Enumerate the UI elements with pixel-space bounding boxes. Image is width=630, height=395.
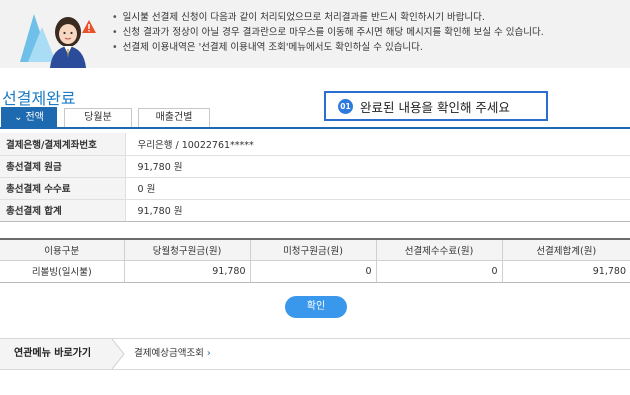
- summary-label: 총선결제 원금: [0, 155, 126, 178]
- agent-illustration-icon: [20, 14, 86, 68]
- chevron-down-icon: ⌄: [14, 112, 23, 123]
- summary-value: 0 원: [125, 177, 630, 200]
- tab-label: 전액: [25, 112, 44, 123]
- summary-label: 결제은행/결제계좌번호: [0, 133, 126, 156]
- related-menu-label: 연관메뉴 바로가기: [0, 339, 112, 369]
- table-cell: 91,780: [502, 260, 630, 283]
- tab-full-amount[interactable]: ⌄ 전액: [1, 107, 57, 128]
- summary-value: 91,780 원: [125, 199, 630, 222]
- summary-table: 결제은행/결제계좌번호 우리은행 / 10022761***** 총선결제 원금…: [0, 133, 630, 222]
- table-cell: 리볼빙(일시불): [0, 260, 125, 283]
- confirm-button[interactable]: 확인: [285, 296, 347, 318]
- table-row: 총선결제 원금 91,780 원: [0, 155, 630, 178]
- summary-label: 총선결제 수수료: [0, 177, 126, 200]
- table-row: 총선결제 수수료 0 원: [0, 177, 630, 200]
- notice-list: 일시불 선결제 신청이 다음과 같이 처리되었으므로 처리결과를 반드시 확인하…: [112, 10, 544, 55]
- tab-label: 매출건별: [155, 112, 193, 123]
- column-header: 이용구분: [0, 239, 125, 261]
- table-row: 결제은행/결제계좌번호 우리은행 / 10022761*****: [0, 133, 630, 156]
- tab-per-sale[interactable]: 매출건별: [138, 108, 210, 127]
- tab-this-month[interactable]: 당월분: [64, 108, 132, 127]
- table-header-row: 이용구분 당월청구원금(원) 미청구원금(원) 선결제수수료(원) 선결제합계(…: [0, 239, 630, 261]
- table-row: 리볼빙(일시불) 91,780 0 0 91,780: [0, 260, 630, 283]
- table-cell: 0: [376, 260, 503, 283]
- summary-value: 91,780 원: [125, 155, 630, 178]
- notice-line: 일시불 선결제 신청이 다음과 같이 처리되었으므로 처리결과를 반드시 확인하…: [112, 10, 544, 25]
- chevron-right-icon: ›: [206, 348, 211, 359]
- notice-banner: 일시불 선결제 신청이 다음과 같이 처리되었으므로 처리결과를 반드시 확인하…: [0, 0, 630, 68]
- notice-line: 선결제 이용내역은 '선결제 이용내역 조회'메뉴에서도 확인하실 수 있습니다…: [112, 40, 544, 55]
- tab-bar: ⌄ 전액 당월분 매출건별: [0, 107, 630, 129]
- table-row: 총선결제 합계 91,780 원: [0, 199, 630, 222]
- column-header: 당월청구원금(원): [124, 239, 251, 261]
- page-title: 선결제완료: [2, 89, 76, 108]
- warning-icon: [82, 20, 96, 33]
- tab-label: 당월분: [84, 112, 112, 123]
- related-menu-bar: 연관메뉴 바로가기 결제예상금액조회 ›: [0, 338, 630, 370]
- table-cell: 91,780: [124, 260, 251, 283]
- column-header: 선결제합계(원): [502, 239, 630, 261]
- chevron-right-divider-icon: [112, 339, 125, 369]
- column-header: 선결제수수료(원): [376, 239, 503, 261]
- expected-payment-link[interactable]: 결제예상금액조회 ›: [134, 339, 211, 369]
- link-label: 결제예상금액조회: [134, 348, 204, 359]
- notice-line: 신청 결과가 정상이 아닐 경우 결과란으로 마우스를 이동해 주시면 해당 메…: [112, 25, 544, 40]
- column-header: 미청구원금(원): [250, 239, 377, 261]
- summary-value: 우리은행 / 10022761*****: [125, 133, 630, 156]
- summary-label: 총선결제 합계: [0, 199, 126, 222]
- table-cell: 0: [250, 260, 377, 283]
- detail-table: 이용구분 당월청구원금(원) 미청구원금(원) 선결제수수료(원) 선결제합계(…: [0, 238, 630, 283]
